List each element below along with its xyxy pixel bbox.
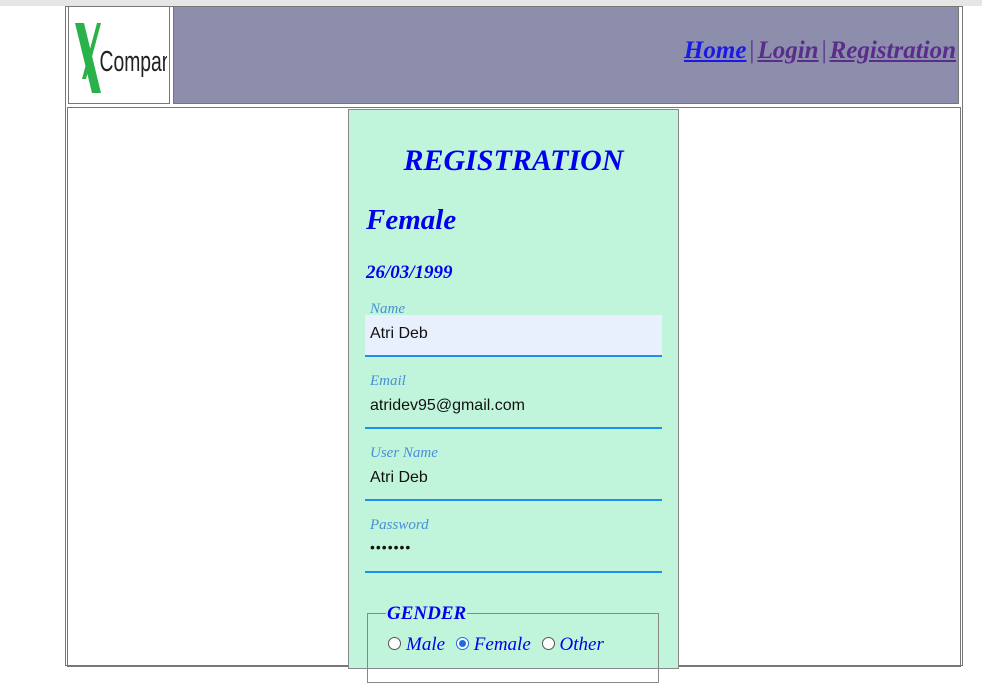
username-field: User Name xyxy=(365,445,662,501)
username-label: User Name xyxy=(370,445,438,461)
gender-options: Male Female Other xyxy=(388,634,610,656)
username-input[interactable] xyxy=(370,469,650,487)
radio-male[interactable] xyxy=(388,637,401,651)
header-nav-bar: Home | Login | Registration xyxy=(173,6,959,104)
logo-cell: Company xyxy=(68,6,170,104)
password-field: Password ••••••• xyxy=(365,517,662,573)
nav-registration-link[interactable]: Registration xyxy=(830,37,956,64)
nav-links: Home | Login | Registration xyxy=(684,37,956,65)
logo-text: Company xyxy=(100,47,167,79)
radio-female[interactable] xyxy=(455,637,469,651)
registration-form: REGISTRATION Female 26/03/1999 Name Emai… xyxy=(348,109,679,683)
password-input[interactable]: ••••••• xyxy=(370,539,650,555)
nav-separator: | xyxy=(749,37,755,64)
name-input[interactable] xyxy=(370,325,650,343)
name-field: Name xyxy=(365,301,662,357)
nav-login-link[interactable]: Login xyxy=(757,37,818,64)
nav-separator: | xyxy=(821,37,827,64)
email-label: Email xyxy=(370,373,406,389)
date-of-birth-display: 26/03/1999 xyxy=(366,262,453,283)
email-input[interactable] xyxy=(370,397,650,415)
password-label: Password xyxy=(370,517,429,533)
gender-fieldset: GENDER Male Female Other xyxy=(367,603,659,683)
company-logo: Company xyxy=(75,23,167,93)
radio-other[interactable] xyxy=(541,637,555,651)
name-label: Name xyxy=(370,301,405,317)
gender-legend: GENDER xyxy=(386,603,468,625)
form-title: REGISTRATION xyxy=(403,144,624,177)
email-field: Email xyxy=(365,373,662,429)
selected-gender-display: Female xyxy=(366,204,457,236)
nav-home-link[interactable]: Home xyxy=(684,37,747,64)
